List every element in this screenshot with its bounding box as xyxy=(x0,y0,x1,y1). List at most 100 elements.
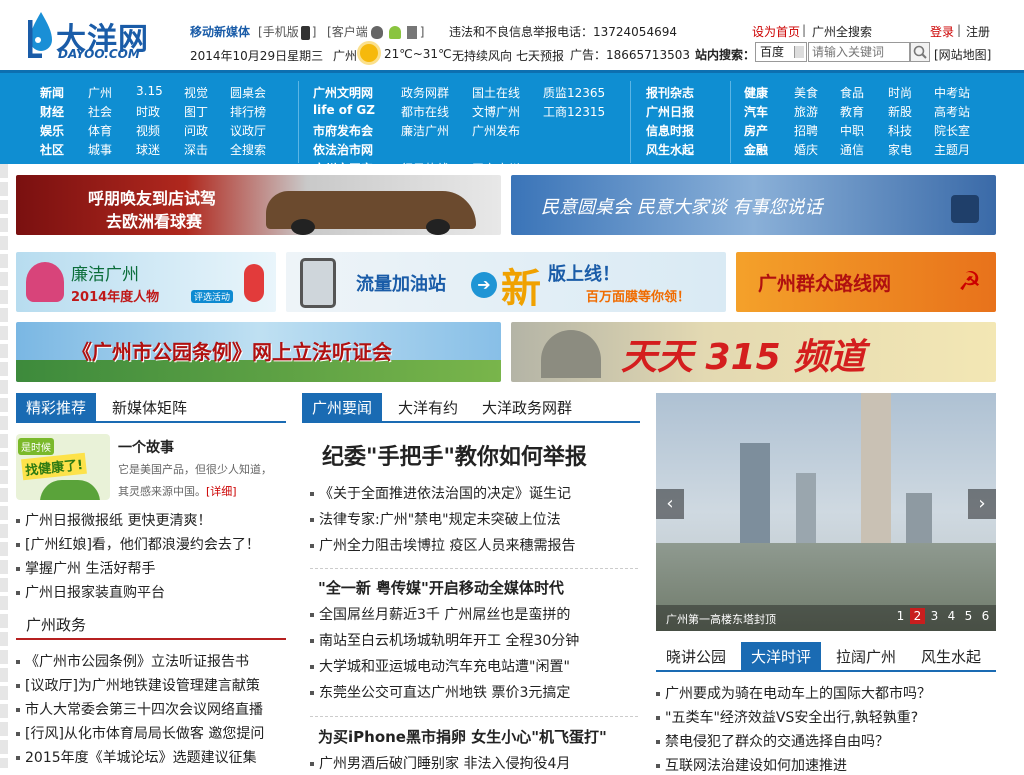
nav-link[interactable]: 新股 xyxy=(888,103,912,120)
carousel-page-5[interactable]: 5 xyxy=(961,608,976,624)
tab-gz-news[interactable]: 广州要闻 xyxy=(302,393,383,423)
park-law-banner[interactable]: 《广州市公园条例》网上立法听证会 xyxy=(16,322,501,382)
nav-link[interactable]: 工商12315 xyxy=(543,103,605,120)
consumer-banner[interactable]: 天天 315 频道 xyxy=(511,322,996,382)
list-item[interactable]: 广州男酒后破门睡别家 非法入侵拘役4月 xyxy=(310,753,570,773)
nav-link[interactable]: 圆桌会 xyxy=(230,84,266,101)
phone-version-link[interactable]: 手机版 xyxy=(263,25,299,39)
nav-link[interactable]: 视频 xyxy=(136,122,160,139)
list-item[interactable]: 《广州市公园条例》立法听证报告书 xyxy=(16,651,249,671)
nav-link[interactable]: 教育 xyxy=(840,103,864,120)
sub-headline-2[interactable]: 为买iPhone黑市捐卵 女生小心"机飞蛋打" xyxy=(318,726,607,747)
carousel-caption[interactable]: 广州第一高楼东塔封顶 xyxy=(666,611,776,627)
forecast-link[interactable]: 七天预报 xyxy=(516,47,564,64)
nav-link[interactable]: 通信 xyxy=(840,141,864,158)
client-link[interactable]: 客户端 xyxy=(332,25,368,39)
nav-link[interactable]: 广州日报 xyxy=(646,103,694,120)
tab-lakuo-gz[interactable]: 拉阔广州 xyxy=(826,642,906,672)
headline-link[interactable]: 纪委"手把手"教你如何举报 xyxy=(322,439,587,471)
tab-dayoo-appointment[interactable]: 大洋有约 xyxy=(388,393,468,423)
tab-dayoo-commentary[interactable]: 大洋时评 xyxy=(741,642,822,672)
story-image[interactable]: 是时候 找健康了! xyxy=(16,434,110,500)
tab-park-talk[interactable]: 晓讲公园 xyxy=(656,642,736,672)
nav-link[interactable]: 房产 xyxy=(744,122,768,139)
search-engine-select[interactable]: 百度 xyxy=(755,42,807,62)
nav-link[interactable]: 新闻 xyxy=(40,84,64,101)
list-item[interactable]: [行风]从化市体育局局长做客 邀您提问 xyxy=(16,723,264,743)
nav-link[interactable]: 汽车 xyxy=(744,103,768,120)
nav-link[interactable]: 主题月 xyxy=(934,141,970,158)
nav-link[interactable]: 质监12365 xyxy=(543,84,605,101)
nav-link[interactable]: 市府发布会 xyxy=(313,122,373,139)
list-item[interactable]: 《关于全面推进依法治国的决定》诞生记 xyxy=(310,483,571,503)
nav-link[interactable]: 健康 xyxy=(744,84,768,101)
nav-link[interactable]: 时政 xyxy=(136,103,160,120)
tab-featured[interactable]: 精彩推荐 xyxy=(16,393,97,423)
nav-link[interactable]: 高考站 xyxy=(934,103,970,120)
gov-title[interactable]: 广州政务 xyxy=(16,610,96,640)
nav-link[interactable]: 国土在线 xyxy=(472,84,520,101)
gz-search-link[interactable]: 广州全搜索 xyxy=(812,23,872,40)
nav-link[interactable]: 家电 xyxy=(888,141,912,158)
nav-link[interactable]: 院长室 xyxy=(934,122,970,139)
nav-link[interactable]: 婚庆 xyxy=(794,141,818,158)
list-item[interactable]: 南站至白云机场城轨明年开工 全程30分钟 xyxy=(310,630,579,650)
nav-link[interactable]: 廉洁广州 xyxy=(401,122,449,139)
mass-line-banner[interactable]: 广州群众路线网 ☭ xyxy=(736,252,996,312)
nav-link[interactable]: 广州 xyxy=(88,84,112,101)
list-item[interactable]: 全国屌丝月薪近3千 广州屌丝也是蛮拼的 xyxy=(310,604,570,624)
search-input[interactable] xyxy=(808,42,910,62)
list-item[interactable]: 法律专家:广州"禁电"规定未突破上位法 xyxy=(310,509,561,529)
nav-link[interactable]: 广州文明网 xyxy=(313,84,373,101)
nav-link[interactable]: 图丁 xyxy=(184,103,208,120)
tab-fengshengshuiqi[interactable]: 风生水起 xyxy=(911,642,991,672)
carousel-page-4[interactable]: 4 xyxy=(944,608,959,624)
list-item[interactable]: 广州要成为骑在电动车上的国际大都市吗？ xyxy=(656,683,931,703)
list-item[interactable]: 市人大常委会第三十四次会议网络直播 xyxy=(16,699,263,719)
sub-headline-1[interactable]: "全一新 粤传媒"开启移动全媒体时代 xyxy=(318,577,564,598)
list-item[interactable]: 大学城和亚运城电动汽车充电站遭"闲置" xyxy=(310,656,570,676)
nav-link[interactable]: 3.15 xyxy=(136,84,163,98)
carousel-page-2[interactable]: 2 xyxy=(910,608,925,624)
nav-link[interactable]: 文博广州 xyxy=(472,103,520,120)
nav-link[interactable]: 时尚 xyxy=(888,84,912,101)
nav-link[interactable]: 问政 xyxy=(184,122,208,139)
nav-link[interactable]: 美食 xyxy=(794,84,818,101)
nav-link[interactable]: 旅游 xyxy=(794,103,818,120)
story-title[interactable]: 一个故事 xyxy=(118,437,174,457)
sitemap-link[interactable]: [网站地图] xyxy=(934,46,991,63)
nav-link[interactable]: 广州发布 xyxy=(472,122,520,139)
nav-link[interactable]: 社会 xyxy=(88,103,112,120)
tab-new-media[interactable]: 新媒体矩阵 xyxy=(102,393,197,423)
nav-link[interactable]: 都市在线 xyxy=(401,103,449,120)
nav-link[interactable]: 社区 xyxy=(40,141,64,158)
nav-link[interactable]: 中考站 xyxy=(934,84,970,101)
list-item[interactable]: 2015年度《羊城论坛》选题建议征集 xyxy=(16,747,257,767)
tab-gov-websites[interactable]: 大洋政务网群 xyxy=(472,393,582,423)
nav-link[interactable]: 依法治市网 xyxy=(313,141,373,158)
nav-link[interactable]: 排行榜 xyxy=(230,103,266,120)
search-button[interactable] xyxy=(910,42,930,62)
register-link[interactable]: 注册 xyxy=(966,23,990,40)
nav-link[interactable]: 城事 xyxy=(88,141,112,158)
nav-link[interactable]: 体育 xyxy=(88,122,112,139)
list-item[interactable]: 互联网法治建设如何加速推进 xyxy=(656,755,847,775)
round-table-banner[interactable]: 民意圆桌会 民意大家谈 有事您说话 xyxy=(511,175,996,235)
carousel-page-1[interactable]: 1 xyxy=(893,608,908,624)
list-item[interactable]: 广州日报家装直购平台 xyxy=(16,582,165,602)
nav-link[interactable]: 招聘 xyxy=(794,122,818,139)
nav-link[interactable]: 金融 xyxy=(744,141,768,158)
photo-carousel[interactable]: ‹ › 广州第一高楼东塔封顶 xyxy=(656,393,996,631)
nav-link[interactable]: 深击 xyxy=(184,141,208,158)
story-more-link[interactable]: [详细] xyxy=(206,485,237,498)
traffic-banner[interactable]: 流量加油站 ➔ 新 版上线！ 百万面膜等你领！ xyxy=(286,252,726,312)
list-item[interactable]: 掌握广州 生活好帮手 xyxy=(16,558,155,578)
carousel-page-3[interactable]: 3 xyxy=(927,608,942,624)
nav-link[interactable]: 食品 xyxy=(840,84,864,101)
list-item[interactable]: [议政厅]为广州地铁建设管理建言献策 xyxy=(16,675,260,695)
nav-link[interactable]: 议政厅 xyxy=(230,122,266,139)
set-home-link[interactable]: 设为首页 xyxy=(752,23,800,40)
nav-link[interactable]: 科技 xyxy=(888,122,912,139)
list-item[interactable]: [广州红娘]看，他们都浪漫约会去了！ xyxy=(16,534,260,554)
nav-link[interactable]: 视觉 xyxy=(184,84,208,101)
